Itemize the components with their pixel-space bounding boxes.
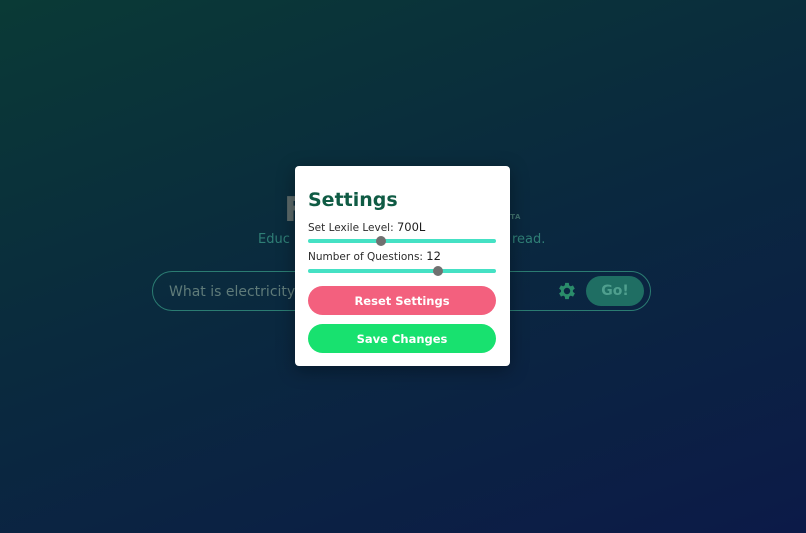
save-changes-button[interactable]: Save Changes [308,324,496,353]
questions-slider[interactable] [308,266,496,276]
questions-value: 12 [426,249,441,263]
gear-icon[interactable] [556,280,578,302]
questions-slider-thumb[interactable] [432,266,443,276]
reset-settings-button[interactable]: Reset Settings [308,286,496,315]
go-button[interactable]: Go! [586,276,644,306]
lexile-label-text: Set Lexile Level: [308,222,394,234]
tagline-end: read. [512,232,546,247]
settings-modal: Settings Set Lexile Level: 700L Number o… [295,166,510,366]
tagline-start: Educ [258,232,290,247]
lexile-slider-thumb[interactable] [376,236,387,246]
lexile-slider[interactable] [308,236,496,246]
questions-label-text: Number of Questions: [308,251,423,263]
lexile-label: Set Lexile Level: 700L [308,220,425,234]
lexile-value: 700L [396,220,426,234]
questions-label: Number of Questions: 12 [308,249,441,263]
modal-title: Settings [308,189,398,211]
